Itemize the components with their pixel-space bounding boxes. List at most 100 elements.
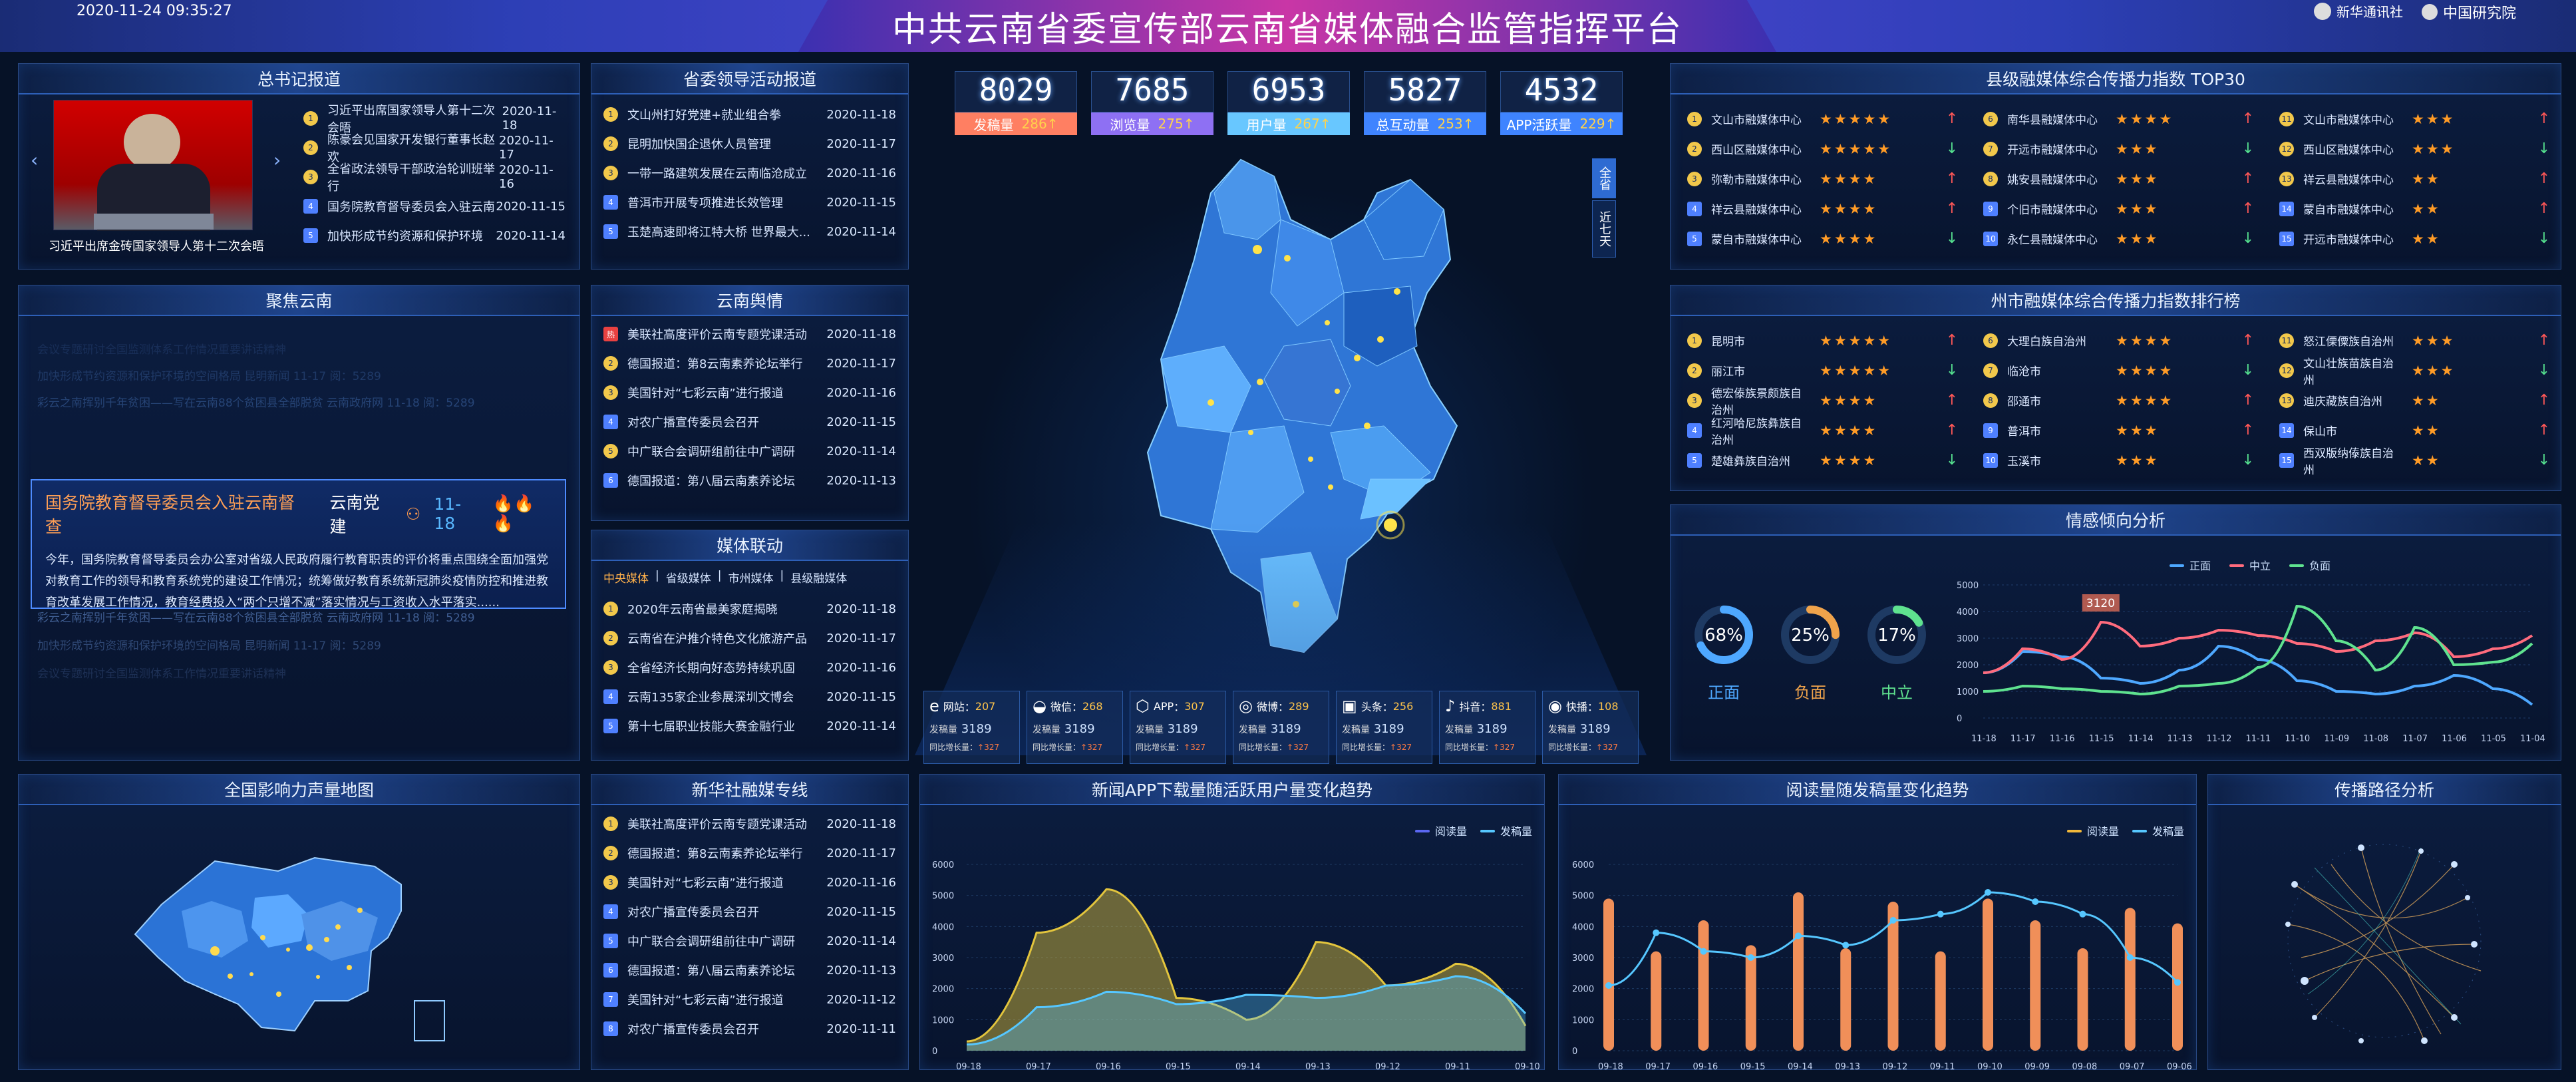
news-item[interactable]: 6 德国报道：第八届云南素养论坛 2020-11-13: [591, 956, 908, 985]
ranking-name: 迪庆藏族自治州: [2303, 395, 2382, 409]
news-item[interactable]: 3 全省经济长期向好态势持续巩固 2020-11-16: [591, 653, 908, 682]
news-item[interactable]: 5 第十七届职业技能大赛金融行业 2020-11-14: [591, 711, 908, 741]
news-item[interactable]: 热美联社高度评价云南专题党课活动 2020-11-18: [591, 319, 908, 349]
map-tab-province[interactable]: 全省: [1592, 158, 1616, 198]
chord-graph[interactable]: [2255, 818, 2514, 1057]
ranking-row[interactable]: 13 迪庆藏族自治州 ★★ ↑: [2279, 385, 2552, 415]
tab-provincial-media[interactable]: 省级媒体: [666, 569, 711, 586]
news-item[interactable]: 1 2020年云南省最美家庭揭晓 2020-11-18: [591, 594, 908, 624]
cube-icon: ⬡: [1136, 697, 1150, 715]
ranking-row[interactable]: 12 西山区融媒体中心 ★★★ ↓: [2279, 134, 2552, 164]
news-item[interactable]: 1 文山州打好党建+就业组合拳 2020-11-18: [591, 100, 908, 129]
ranking-row[interactable]: 8 邵通市 ★★★★ ↑: [1983, 385, 2256, 415]
news-item[interactable]: 5 中广联合会调研组前往中广调研 2020-11-14: [591, 437, 908, 466]
news-item[interactable]: 2 昆明加快国企退休人员管理 2020-11-17: [591, 129, 908, 158]
news-item[interactable]: 4 对农广播宣传委员会召开 2020-11-15: [591, 897, 908, 926]
news-item[interactable]: 6 德国报道：第八届云南素养论坛 2020-11-13: [591, 466, 908, 495]
news-item[interactable]: 5 玉楚高速即将江特大桥 世界最大... 2020-11-14: [591, 217, 908, 246]
news-item[interactable]: 7 美国针对“七彩云南”进行报道 2020-11-12: [591, 985, 908, 1014]
kpi-card[interactable]: 8029 发稿量 286↑: [955, 71, 1077, 135]
ranking-row[interactable]: 3 德宏傣族景颇族自治州 ★★★★ ↑: [1687, 385, 1960, 417]
arrow-up-icon: ↑: [1945, 422, 1959, 439]
news-item[interactable]: 4 云南135家企业参展深圳文博会 2020-11-15: [591, 682, 908, 711]
ranking-row[interactable]: 5 楚雄彝族自治州 ★★★★ ↓: [1687, 445, 1960, 475]
ranking-row[interactable]: 10 永仁县融媒体中心 ★★★ ↓: [1983, 224, 2256, 254]
tab-county-media[interactable]: 县级融媒体: [790, 569, 847, 586]
ranking-row[interactable]: 14 保山市 ★★ ↑: [2279, 415, 2552, 445]
kpi-value: 8029: [955, 71, 1077, 112]
medal-icon: 8: [1983, 393, 1998, 408]
news-item[interactable]: 2 陈豪会见国家开发银行董事长赵欢 2020-11-17: [291, 133, 577, 164]
ranking-name: 文山市融媒体中心: [1711, 114, 1802, 127]
ranking-row[interactable]: 9 普洱市 ★★★ ↑: [1983, 415, 2256, 445]
platform-card-toutiao[interactable]: ▣ 头条： 256 发稿量 3189 同比增长量：↑327: [1336, 691, 1432, 764]
ranking-row[interactable]: 14 蒙自市融媒体中心 ★★ ↑: [2279, 194, 2552, 224]
platform-card-wechat[interactable]: ◒ 微信： 268 发稿量 3189 同比增长量：↑327: [1027, 691, 1123, 764]
news-item[interactable]: 4 国务院教育督导委员会入驻云南 2020-11-15: [291, 192, 577, 221]
propagation-path-panel: 传播路径分析: [2207, 774, 2561, 1070]
kpi-card[interactable]: 4532 APP活跃量 229↑: [1500, 71, 1623, 135]
ranking-row[interactable]: 8 姚安县融媒体中心 ★★★ ↑: [1983, 164, 2256, 194]
ranking-row[interactable]: 15 西双版纳傣族自治州 ★★ ↓: [2279, 445, 2552, 477]
ranking-row[interactable]: 3 弥勒市融媒体中心 ★★★★ ↑: [1687, 164, 1960, 194]
y-tick-label: 0: [1957, 714, 1962, 724]
callout-label: 3120: [2086, 597, 2115, 610]
news-item[interactable]: 3 全省政法领导干部政治轮训班举行 2020-11-16: [291, 162, 577, 194]
kpi-card[interactable]: 5827 总互动量 253↑: [1364, 71, 1486, 135]
platform-card-weibo[interactable]: ◎ 微博： 289 发稿量 3189 同比增长量：↑327: [1233, 691, 1329, 764]
news-item[interactable]: 8 对农广播宣传委员会召开 2020-11-11: [591, 1014, 908, 1043]
tab-central-media[interactable]: 中央媒体: [603, 569, 649, 586]
ranking-row[interactable]: 12 文山壮族苗族自治州 ★★★ ↓: [2279, 355, 2552, 387]
ranking-row[interactable]: 6 大理白族自治州 ★★★★ ↑: [1983, 325, 2256, 355]
platform-card-douyin[interactable]: ♪ 抖音： 881 发稿量 3189 同比增长量：↑327: [1439, 691, 1535, 764]
ie-icon: e: [929, 697, 939, 715]
featured-news-card[interactable]: 国务院教育督导委员会入驻云南督查 云南党建 ⚇ 11-18 🔥🔥🔥 今年，国务院…: [31, 479, 566, 610]
y-tick-label: 5000: [932, 892, 954, 902]
ranking-row[interactable]: 5 蒙自市融媒体中心 ★★★★ ↓: [1687, 224, 1960, 254]
news-item[interactable]: 5 中广联合会调研组前往中广调研 2020-11-14: [591, 926, 908, 956]
next-arrow-icon[interactable]: ›: [273, 149, 281, 171]
ranking-row[interactable]: 15 开远市融媒体中心 ★★ ↓: [2279, 224, 2552, 254]
ranking-row[interactable]: 7 开远市融媒体中心 ★★★ ↓: [1983, 134, 2256, 164]
news-photo[interactable]: [53, 100, 253, 231]
ranking-row[interactable]: 4 祥云县融媒体中心 ★★★★ ↑: [1687, 194, 1960, 224]
kpi-card[interactable]: 7685 浏览量 275↑: [1091, 71, 1213, 135]
ranking-row[interactable]: 11 怒江傈僳族自治州 ★★★ ↑: [2279, 325, 2552, 355]
kpi-label: 浏览量 275↑: [1091, 112, 1213, 135]
news-item[interactable]: 1 习近平出席国家领导人第十二次会晤 2020-11-18: [291, 104, 577, 135]
platform-card-kuaibo[interactable]: ◉ 快播： 108 发稿量 3189 同比增长量：↑327: [1542, 691, 1639, 764]
news-item[interactable]: 4 对农广播宣传委员会召开 2020-11-15: [591, 407, 908, 437]
map-tab-seven-days[interactable]: 近七天: [1592, 200, 1616, 258]
ranking-row[interactable]: 2 西山区融媒体中心 ★★★★★ ↓: [1687, 134, 1960, 164]
ranking-row[interactable]: 4 红河哈尼族彝族自治州 ★★★★ ↑: [1687, 415, 1960, 447]
news-item[interactable]: 3 美国针对“七彩云南”进行报道 2020-11-16: [591, 378, 908, 407]
news-item[interactable]: 1 美联社高度评价云南专题党课活动 2020-11-18: [591, 809, 908, 838]
news-item[interactable]: 2 云南省在沪推介特色文化旅游产品 2020-11-17: [591, 624, 908, 653]
header: 2020-11-24 09:35:27 中共云南省委宣传部云南省媒体融合监管指挥…: [0, 0, 2576, 52]
tab-city-media[interactable]: 市州媒体: [728, 569, 773, 586]
ranking-row[interactable]: 7 临沧市 ★★★★ ↓: [1983, 355, 2256, 385]
ranking-name: 玉溪市: [2007, 455, 2041, 468]
news-item[interactable]: 3 美国针对“七彩云南”进行报道 2020-11-16: [591, 868, 908, 897]
news-item[interactable]: 3 一带一路建筑发展在云南临沧成立 2020-11-16: [591, 158, 908, 188]
platform-card-app[interactable]: ⬡ APP： 307 发稿量 3189 同比增长量：↑327: [1130, 691, 1226, 764]
news-item[interactable]: 5 加快形成节约资源和保护环境 2020-11-14: [291, 221, 577, 250]
platform-card-web[interactable]: e 网站： 207 发稿量 3189 同比增长量：↑327: [923, 691, 1020, 764]
ranking-row[interactable]: 9 个旧市融媒体中心 ★★★ ↑: [1983, 194, 2256, 224]
news-item[interactable]: 2 德国报道：第8云南素养论坛举行 2020-11-17: [591, 349, 908, 378]
ranking-row[interactable]: 13 祥云县融媒体中心 ★★ ↑: [2279, 164, 2552, 194]
china-map[interactable]: [115, 834, 474, 1044]
ranking-row[interactable]: 2 丽江市 ★★★★★ ↓: [1687, 355, 1960, 385]
kpi-card[interactable]: 6953 用户量 267↑: [1227, 71, 1350, 135]
ranking-row[interactable]: 11 文山市融媒体中心 ★★★ ↑: [2279, 104, 2552, 134]
ranking-row[interactable]: 1 昆明市 ★★★★★ ↑: [1687, 325, 1960, 355]
prev-arrow-icon[interactable]: ‹: [31, 149, 38, 171]
news-item[interactable]: 4 普洱市开展专项推进长效管理 2020-11-15: [591, 188, 908, 217]
panel-title: 省委领导活动报道: [591, 64, 908, 94]
ranking-row[interactable]: 10 玉溪市 ★★★ ↓: [1983, 445, 2256, 475]
ranking-row[interactable]: 1 文山市融媒体中心 ★★★★★ ↑: [1687, 104, 1960, 134]
news-item[interactable]: 2 德国报道：第8云南素养论坛举行 2020-11-17: [591, 838, 908, 868]
photo-caption: 习近平出席金砖国家领导人第十二次会晤: [49, 240, 264, 254]
y-tick-label: 3000: [932, 954, 954, 964]
ranking-row[interactable]: 6 南华县融媒体中心 ★★★★ ↑: [1983, 104, 2256, 134]
